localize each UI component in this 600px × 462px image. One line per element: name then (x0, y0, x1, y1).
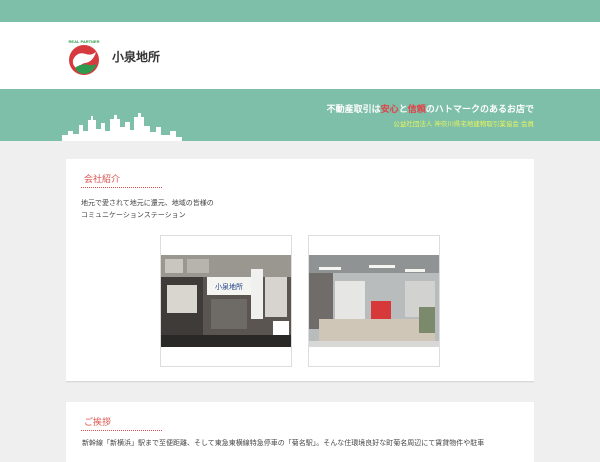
company-intro-section: 会社紹介 地元で愛されて地元に還元、地域の皆様の コミュニケーションステーション… (66, 159, 534, 381)
city-skyline-illustration (62, 113, 182, 141)
tagline-post: のハトマークのあるお店で (425, 105, 534, 115)
tagline-mid: と (398, 105, 408, 115)
banner: 不動産取引は安心と信頼のハトマークのあるお店で 公益社団法人 神奈川県宅地建物取… (0, 89, 600, 141)
site-name[interactable]: 小泉地所 (112, 48, 160, 65)
office-interior-image (309, 255, 439, 347)
tagline-highlight-anshin: 安心 (380, 105, 399, 115)
site-header: REAL PARTNER 小泉地所 (0, 22, 600, 89)
intro-line-2: コミュニケーションステーション (81, 211, 186, 219)
company-intro-heading: 会社紹介 (81, 172, 162, 188)
logo-text: REAL PARTNER (69, 39, 100, 44)
tagline-pre: 不動産取引は (326, 105, 381, 115)
top-bar (0, 0, 600, 22)
intro-line-1: 地元で愛されて地元に還元、地域の皆様の (81, 199, 214, 207)
greeting-text: 新幹線「新横浜」駅まで至便距離、そして東急東横線特急停車の「菊名駅」。そんな住環… (82, 439, 485, 447)
greeting-heading: ご挨拶 (81, 415, 162, 431)
tagline: 不動産取引は安心と信頼のハトマークのあるお店で (327, 102, 534, 115)
greeting-section: ご挨拶 新幹線「新横浜」駅まで至便距離、そして東急東横線特急停車の「菊名駅」。そ… (66, 402, 534, 462)
storefront-image: 小泉地所 (161, 255, 291, 347)
storefront-photo[interactable]: 小泉地所 (160, 235, 292, 367)
office-interior-photo[interactable] (308, 235, 440, 367)
real-partner-logo[interactable]: REAL PARTNER (66, 38, 102, 78)
association-text: 公益社団法人 神奈川県宅地建物取引業協会 会員 (393, 120, 534, 128)
sign-text: 小泉地所 (215, 282, 243, 291)
company-intro-text: 地元で愛されて地元に還元、地域の皆様の コミュニケーションステーション (81, 197, 214, 221)
tagline-highlight-shinrai: 信頼 (407, 105, 426, 115)
